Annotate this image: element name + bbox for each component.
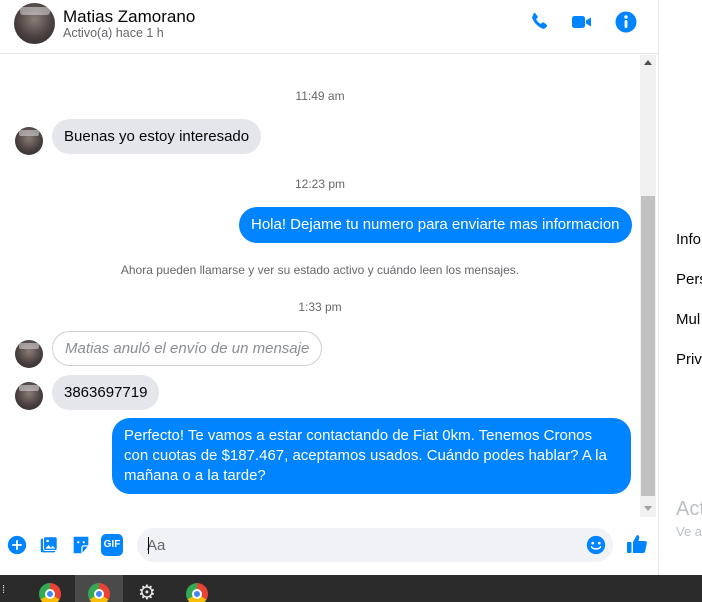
- taskbar-item-active[interactable]: [75, 575, 123, 602]
- phone-icon[interactable]: [527, 10, 551, 34]
- emoji-icon[interactable]: [585, 534, 607, 556]
- message-composer[interactable]: [137, 528, 613, 562]
- info-icon[interactable]: [614, 10, 638, 34]
- incoming-message[interactable]: Buenas yo estoy interesado: [52, 119, 262, 154]
- settings-icon: ⚙: [138, 582, 156, 602]
- add-icon[interactable]: [6, 534, 28, 556]
- contact-status: Activo(a) hace 1 h: [63, 26, 164, 40]
- taskbar-item[interactable]: [26, 575, 74, 602]
- taskbar: ⁞ ⚙: [0, 575, 702, 602]
- message-input[interactable]: [147, 528, 577, 562]
- chrome-icon: [88, 583, 110, 602]
- message-avatar[interactable]: [15, 382, 43, 410]
- unsent-message: Matias anuló el envío de un mensaje: [52, 331, 323, 366]
- scrollbar-thumb[interactable]: [641, 196, 655, 496]
- side-menu-item[interactable]: Pers: [676, 271, 702, 288]
- message-avatar[interactable]: [15, 127, 43, 155]
- chat-notice: Ahora pueden llamarse y ver su estado ac…: [120, 263, 520, 277]
- side-menu-item[interactable]: Priv: [676, 351, 702, 368]
- taskbar-item[interactable]: [173, 575, 221, 602]
- timestamp: 1:33 pm: [298, 300, 342, 314]
- side-menu-item[interactable]: Info: [676, 231, 701, 248]
- panel-divider: [658, 0, 659, 575]
- timestamp: 12:23 pm: [294, 177, 346, 191]
- taskbar-item[interactable]: ⚙: [124, 575, 172, 602]
- scroll-down-arrow[interactable]: [644, 506, 652, 511]
- chrome-icon: [186, 583, 208, 602]
- sticker-icon[interactable]: [70, 534, 92, 556]
- message-avatar[interactable]: [15, 340, 43, 368]
- scroll-up-arrow[interactable]: [644, 60, 652, 65]
- contact-name[interactable]: Matias Zamorano: [63, 7, 195, 27]
- incoming-message[interactable]: 3863697719: [52, 375, 160, 410]
- timestamp: 11:49 am: [295, 89, 345, 103]
- outgoing-message[interactable]: Hola! Dejame tu numero para enviarte mas…: [239, 207, 632, 243]
- conversation-header: Matias Zamorano Activo(a) hace 1 h: [0, 0, 658, 54]
- like-icon[interactable]: [625, 532, 649, 556]
- chrome-icon: [39, 583, 61, 602]
- text-cursor: [148, 537, 149, 554]
- gif-icon[interactable]: GIF: [101, 534, 123, 556]
- side-menu-item[interactable]: Mul: [676, 311, 700, 328]
- outgoing-message[interactable]: Perfecto! Te vamos a estar contactando d…: [112, 418, 631, 494]
- video-icon[interactable]: [570, 10, 594, 34]
- taskbar-edge-icon[interactable]: ⁞: [2, 584, 5, 596]
- activate-windows-title: Act: [676, 498, 702, 520]
- photo-icon[interactable]: [38, 534, 60, 556]
- contact-avatar[interactable]: [14, 3, 55, 44]
- activate-windows-subtitle: Ve a: [676, 524, 702, 539]
